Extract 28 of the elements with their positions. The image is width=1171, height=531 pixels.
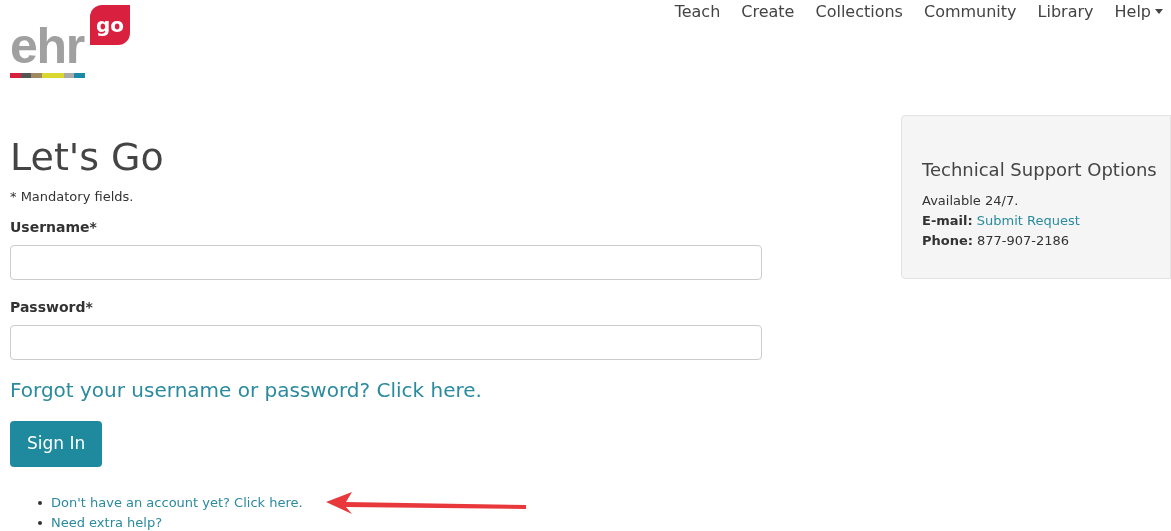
field-label: Password* [10, 297, 94, 317]
nav-link[interactable]: Help [1114, 3, 1163, 20]
bullet-icon [38, 500, 42, 505]
logo-badge: go [90, 5, 131, 45]
page-title: Let's Go [10, 135, 165, 179]
support-text: 877-907-2186 [977, 232, 1070, 250]
nav-link[interactable]: Collections [815, 3, 903, 20]
bullet-icon [38, 520, 42, 525]
input-field[interactable] [10, 324, 762, 360]
field-label: Username* [10, 217, 98, 237]
support-link[interactable]: Submit Request [976, 211, 1080, 231]
nav-link[interactable]: Community [923, 3, 1017, 20]
help-link[interactable]: Need extra help? [51, 512, 163, 531]
support-text: Available 24/7. [922, 192, 1019, 210]
input-field[interactable] [10, 244, 762, 280]
caret-icon [1155, 9, 1163, 14]
mandatory-note: * Mandatory fields. [10, 188, 135, 206]
nav-link[interactable]: Library [1037, 3, 1094, 20]
support-label: Phone: [922, 232, 973, 250]
nav-link[interactable]: Create [741, 3, 795, 20]
sign-in-button[interactable]: Sign In [10, 420, 103, 467]
support-title: Technical Support Options [922, 158, 1158, 182]
color-stripe-icon [10, 73, 85, 78]
support-label: E-mail: [922, 212, 973, 230]
nav-link[interactable]: Teach [674, 3, 721, 20]
help-link[interactable]: Don't have an account yet? Click here. [51, 492, 303, 513]
forgot-link[interactable]: Forgot your username or password? Click here. [10, 374, 482, 405]
logo-wordmark: ehr [10, 21, 85, 71]
